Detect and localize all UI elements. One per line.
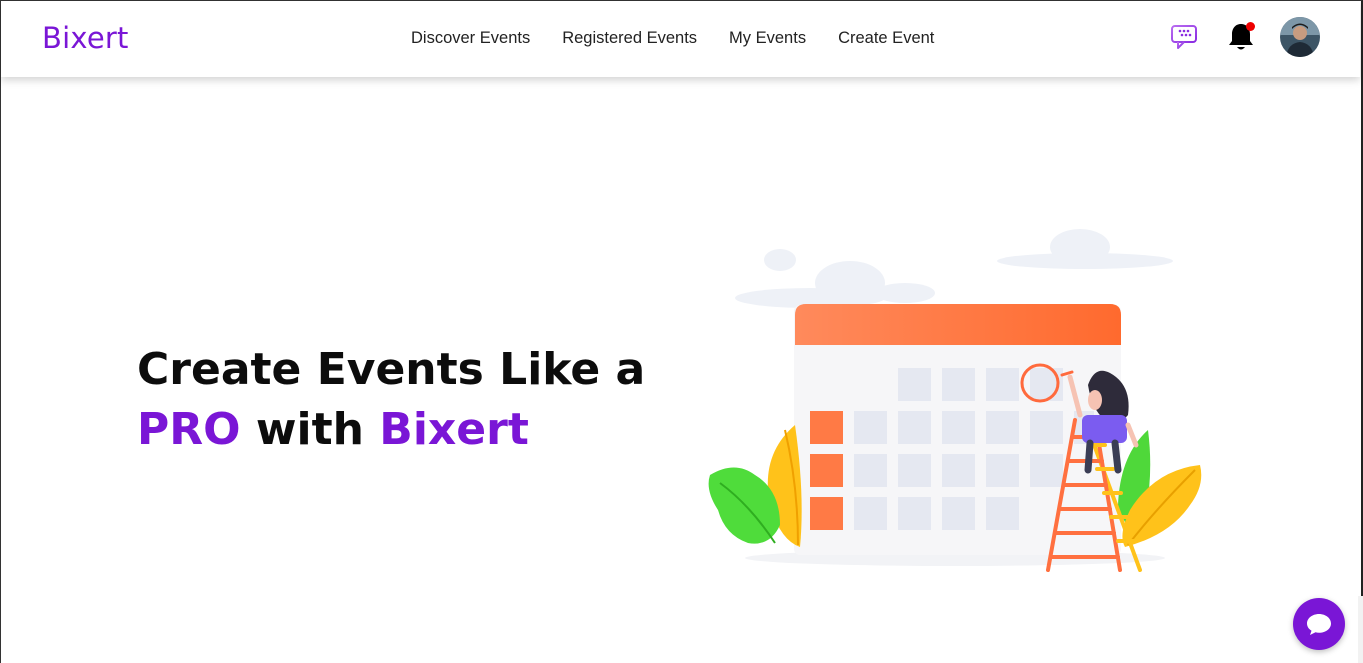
brand-logo[interactable]: Bixert (42, 21, 129, 55)
nav-discover-events[interactable]: Discover Events (411, 29, 530, 48)
nav-registered-events[interactable]: Registered Events (562, 29, 697, 48)
main-nav: Discover Events Registered Events My Eve… (411, 29, 934, 48)
user-avatar[interactable] (1280, 17, 1320, 57)
hero-accent-bixert: Bixert (379, 404, 529, 455)
header-actions (1168, 17, 1320, 57)
clouds (735, 229, 1173, 308)
chat-bubble-icon (1171, 25, 1197, 49)
scroll-edge (1358, 596, 1363, 663)
calendar-illustration (700, 225, 1210, 585)
messages-button[interactable] (1168, 20, 1202, 54)
hero-title-line2: PRO with Bixert (137, 400, 645, 460)
hero-connector: with (240, 404, 380, 455)
top-navbar: Bixert Discover Events Registered Events… (1, 1, 1360, 77)
calendar-header (795, 304, 1121, 345)
hero-title-line1: Create Events Like a (137, 344, 646, 395)
hero-section: Create Events Like a PRO with Bixert (137, 340, 645, 460)
notification-badge (1246, 22, 1255, 31)
nav-my-events[interactable]: My Events (729, 29, 806, 48)
notifications-button[interactable] (1224, 20, 1258, 54)
hero-accent-pro: PRO (137, 404, 241, 455)
chat-support-button[interactable] (1293, 598, 1345, 650)
chat-icon (1307, 614, 1331, 635)
avatar-image (1280, 17, 1320, 57)
nav-create-event[interactable]: Create Event (838, 29, 934, 48)
